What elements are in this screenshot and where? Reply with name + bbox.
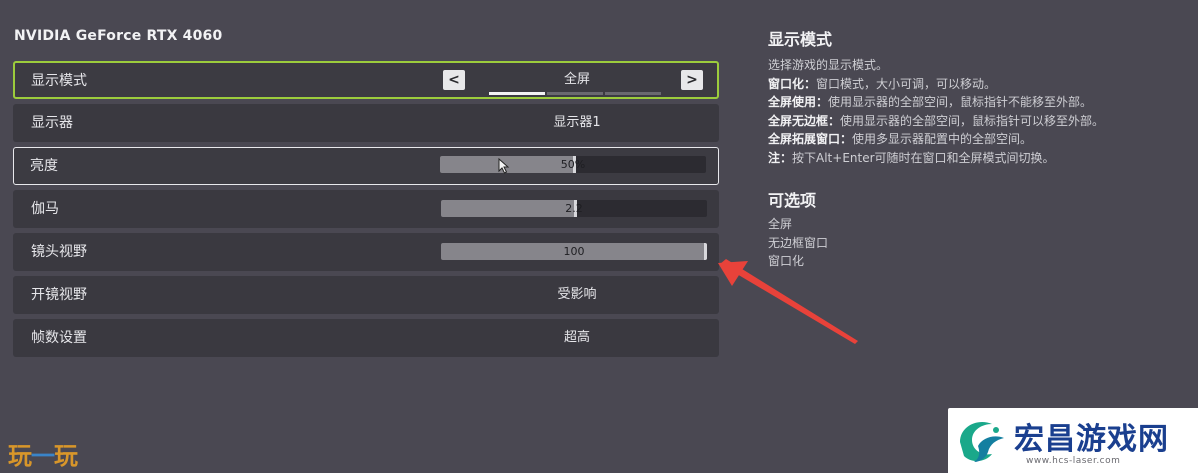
- description-intro: 选择游戏的显示模式。: [768, 58, 889, 72]
- display-mode-next-button[interactable]: >: [681, 70, 703, 90]
- option-indicator-segment: [489, 92, 545, 95]
- gamma-row[interactable]: 伽马 2.2: [13, 190, 719, 228]
- option-indicator-segment: [547, 92, 603, 95]
- dragon-logo-icon: [960, 422, 1004, 462]
- monitor-row[interactable]: 显示器 显示器1: [13, 104, 719, 142]
- description-panel: 显示模式 选择游戏的显示模式。 窗口化：窗口模式，大小可调，可以移动。 全屏使用…: [768, 26, 1188, 167]
- option-indicator-segment: [605, 92, 661, 95]
- ads-fov-label: 开镜视野: [31, 287, 87, 303]
- brightness-value: 50%: [560, 158, 586, 171]
- gamma-value: 2.2: [565, 202, 583, 215]
- fov-value: 100: [563, 245, 585, 258]
- option-item: 全屏: [768, 217, 793, 231]
- watermark-title: 宏昌游戏网: [1014, 422, 1169, 457]
- brightness-slider[interactable]: 50%: [440, 156, 706, 173]
- description-line: 全屏拓展窗口：使用多显示器配置中的全部空间。: [768, 130, 1188, 149]
- description-text: 使用显示器的全部空间，鼠标指针不能移至外部。: [828, 95, 1093, 109]
- description-line: 注：按下Alt+Enter可随时在窗口和全屏模式间切换。: [768, 149, 1188, 168]
- description-text: 窗口模式，大小可调，可以移动。: [816, 76, 997, 91]
- description-text: 使用多显示器配置中的全部空间。: [852, 132, 1033, 146]
- logo-char: 玩: [54, 442, 78, 470]
- description-line: 全屏使用：使用显示器的全部空间，鼠标指针不能移至外部。: [768, 93, 1188, 112]
- wanyiwan-logo: 玩一玩: [8, 436, 78, 471]
- monitor-label: 显示器: [31, 115, 73, 131]
- frame-rate-value: 超高: [563, 330, 590, 345]
- display-mode-label: 显示模式: [31, 73, 87, 89]
- description-text: 按下Alt+Enter可随时在窗口和全屏模式间切换。: [792, 150, 1055, 165]
- description-key: 窗口化：: [768, 76, 817, 91]
- mouse-pointer-icon: [498, 158, 510, 174]
- brightness-row[interactable]: 亮度 50%: [13, 147, 719, 185]
- description-line: 窗口化：窗口模式，大小可调，可以移动。: [768, 75, 1188, 94]
- gamma-label: 伽马: [31, 201, 59, 217]
- ads-fov-row[interactable]: 开镜视野 受影响: [13, 276, 719, 314]
- fov-label: 镜头视野: [31, 244, 87, 260]
- ads-fov-value: 受影响: [557, 287, 597, 302]
- description-text: 使用显示器的全部空间，鼠标指针可以移至外部。: [840, 113, 1105, 128]
- gpu-name: NVIDIA GeForce RTX 4060: [14, 28, 223, 44]
- options-title: 可选项: [768, 191, 817, 210]
- description-key: 注：: [768, 150, 793, 165]
- description-title: 显示模式: [768, 30, 833, 49]
- description-key: 全屏拓展窗口：: [768, 132, 853, 146]
- frame-rate-label: 帧数设置: [31, 330, 87, 346]
- fov-slider[interactable]: 100: [441, 243, 707, 260]
- fov-row[interactable]: 镜头视野 100: [13, 233, 719, 271]
- site-watermark: 宏昌游戏网 www.hcs-laser.com: [948, 408, 1198, 473]
- monitor-value: 显示器1: [553, 115, 601, 130]
- display-mode-row[interactable]: 显示模式 < 全屏 >: [13, 61, 719, 99]
- brightness-label: 亮度: [30, 158, 58, 174]
- display-mode-option-indicator: [489, 92, 663, 95]
- description-key: 全屏无边框：: [768, 113, 841, 128]
- logo-char: 玩: [8, 442, 32, 470]
- gamma-slider[interactable]: 2.2: [441, 200, 707, 217]
- description-line: 全屏无边框：使用显示器的全部空间，鼠标指针可以移至外部。: [768, 112, 1188, 131]
- watermark-url: www.hcs-laser.com: [1026, 456, 1121, 466]
- description-key: 全屏使用：: [768, 95, 829, 109]
- frame-rate-row[interactable]: 帧数设置 超高: [13, 319, 719, 357]
- red-arrow-icon: [718, 259, 858, 344]
- settings-list: 显示模式 < 全屏 > 显示器 显示器1 亮度 50% 伽马 2.2 镜头视野: [13, 61, 719, 362]
- logo-char: 一: [31, 442, 55, 470]
